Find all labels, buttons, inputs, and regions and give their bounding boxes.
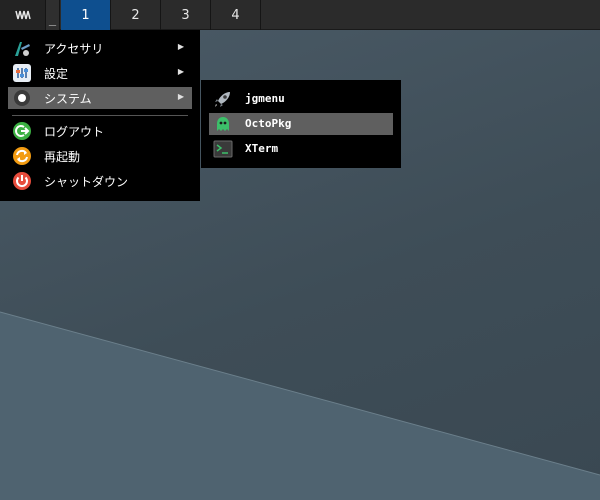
menu-item-label: 再起動 — [44, 150, 81, 164]
settings-icon — [13, 64, 31, 82]
accessories-icon — [15, 42, 30, 56]
system-icon — [14, 90, 30, 106]
workspace-4-button[interactable]: 4 — [211, 0, 261, 30]
submenu-arrow-icon: ▶ — [177, 67, 184, 76]
menu-item-label: シャットダウン — [44, 175, 129, 189]
submenu-item-label: jgmenu — [245, 92, 285, 105]
submenu-item-label: XTerm — [245, 142, 279, 155]
menu-item-accessories[interactable]: アクセサリ ▶ — [8, 37, 192, 59]
submenu-item-octopkg[interactable]: OctoPkg — [209, 113, 393, 135]
show-desktop-button[interactable]: _ — [46, 0, 60, 30]
system-submenu: jgmenu OctoPkg XTerm — [201, 80, 401, 168]
menu-item-shutdown[interactable]: シャットダウン — [8, 170, 192, 192]
submenu-item-xterm[interactable]: XTerm — [209, 138, 393, 160]
menu-item-reboot[interactable]: 再起動 — [8, 145, 192, 167]
menu-separator — [12, 115, 188, 116]
logout-icon — [13, 122, 31, 140]
rocket-icon — [215, 92, 230, 107]
submenu-item-jgmenu[interactable]: jgmenu — [209, 88, 393, 110]
submenu-arrow-icon: ▶ — [177, 92, 184, 101]
workspace-1-button[interactable]: 1 — [61, 0, 111, 30]
menu-launcher-icon — [14, 10, 31, 20]
top-panel: _ 1 2 3 4 — [0, 0, 600, 30]
menu-item-logout[interactable]: ログアウト — [8, 120, 192, 142]
reboot-icon — [13, 147, 31, 165]
octopkg-icon — [217, 117, 229, 131]
show-desktop-label: _ — [48, 12, 57, 26]
workspace-2-button[interactable]: 2 — [111, 0, 161, 30]
workspace-label: 1 — [81, 7, 90, 23]
main-menu: アクセサリ ▶ 設定 ▶ システム ▶ ログアウト 再起動 シャットダウン — [0, 30, 200, 201]
workspace-label: 3 — [181, 7, 190, 23]
terminal-icon — [213, 140, 233, 158]
menu-launcher-button[interactable] — [0, 0, 46, 30]
menu-item-label: アクセサリ — [44, 42, 104, 56]
shutdown-icon — [13, 172, 31, 190]
workspace-3-button[interactable]: 3 — [161, 0, 211, 30]
menu-item-label: システム — [44, 92, 92, 106]
submenu-item-label: OctoPkg — [245, 117, 292, 130]
menu-item-label: ログアウト — [44, 125, 105, 139]
submenu-arrow-icon: ▶ — [177, 42, 184, 51]
workspace-label: 2 — [131, 7, 140, 23]
menu-item-settings[interactable]: 設定 ▶ — [8, 62, 192, 84]
workspace-label: 4 — [231, 7, 240, 23]
menu-item-label: 設定 — [44, 67, 69, 81]
menu-item-system[interactable]: システム ▶ — [8, 87, 192, 109]
